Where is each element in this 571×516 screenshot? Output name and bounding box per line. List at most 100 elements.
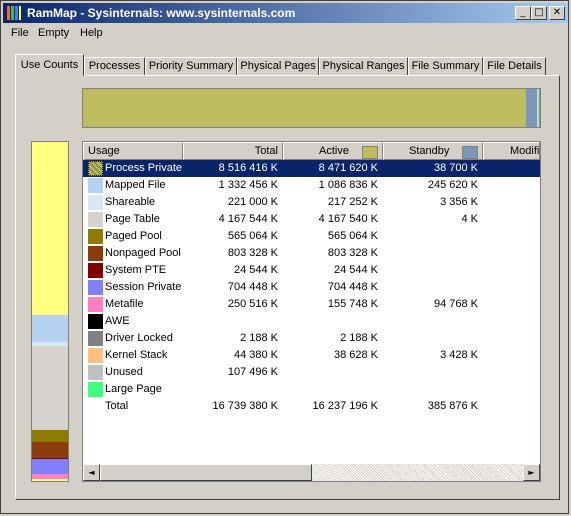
standby-color-swatch: [462, 146, 478, 159]
cell-active: 24 544 K: [333, 264, 378, 276]
vbar-segment: [32, 442, 68, 459]
column-header-active[interactable]: Active: [283, 142, 383, 160]
tab-file-summary[interactable]: File Summary: [408, 57, 483, 75]
table-row[interactable]: Metafile 250 516 K 155 748 K 94 768 K: [83, 296, 540, 313]
cell-usage: Unused: [105, 366, 143, 378]
table-row[interactable]: Paged Pool 565 064 K 565 064 K: [83, 228, 540, 245]
table-row[interactable]: Unused 107 496 K: [83, 364, 540, 381]
usage-color-swatch: [88, 212, 103, 227]
scroll-right-button[interactable]: ►: [523, 464, 540, 481]
vbar-segment: [32, 346, 68, 431]
table-row[interactable]: Kernel Stack 44 380 K 38 628 K 3 428 K: [83, 347, 540, 364]
cell-usage: Process Private: [105, 162, 183, 174]
column-header-standby[interactable]: Standby: [383, 142, 483, 160]
cell-total: 8 516 416 K: [218, 162, 278, 174]
scroll-track[interactable]: [312, 464, 523, 481]
usage-color-swatch: [88, 365, 103, 380]
table-row[interactable]: Large Page: [83, 381, 540, 398]
vbar-segment: [32, 478, 68, 481]
tab-file-details[interactable]: File Details: [483, 57, 546, 75]
cell-active: 38 628 K: [333, 349, 378, 361]
close-button[interactable]: ✕: [549, 6, 565, 20]
table-row[interactable]: Driver Locked 2 188 K 2 188 K: [83, 330, 540, 347]
minimize-button[interactable]: _: [515, 6, 531, 20]
cell-standby: 4 K: [461, 213, 478, 225]
table-row[interactable]: Session Private 704 448 K 704 448 K: [83, 279, 540, 296]
cell-active: 2 188 K: [340, 332, 378, 344]
usage-color-swatch: [88, 161, 103, 176]
table-row[interactable]: Shareable 221 000 K 217 252 K 3 356 K: [83, 194, 540, 211]
column-header-usage[interactable]: Usage: [83, 142, 183, 160]
tab-strip: Use Counts Processes Priority Summary Ph…: [15, 54, 560, 76]
menu-empty[interactable]: Empty: [38, 27, 69, 39]
cell-usage: Paged Pool: [105, 230, 162, 242]
tab-use-counts[interactable]: Use Counts: [15, 54, 84, 76]
column-header-total[interactable]: Total: [183, 142, 283, 160]
column-header-active-label: Active: [319, 145, 349, 157]
cell-standby: 3 428 K: [440, 349, 478, 361]
use-counts-list[interactable]: Usage Total Active Standby Modifie Proce…: [82, 141, 541, 482]
table-row[interactable]: System PTE 24 544 K 24 544 K: [83, 262, 540, 279]
cell-usage: Kernel Stack: [105, 349, 168, 361]
hbar-segment-other: [538, 89, 540, 127]
cell-usage: Page Table: [105, 213, 160, 225]
cell-total: 250 516 K: [227, 298, 278, 310]
cell-standby: 385 876 K: [427, 400, 478, 412]
cell-usage: Driver Locked: [105, 332, 173, 344]
cell-active: 565 064 K: [327, 230, 378, 242]
usage-color-swatch: [88, 263, 103, 278]
cell-total: 107 496 K: [227, 366, 278, 378]
usage-color-swatch: [88, 331, 103, 346]
table-row[interactable]: Total 16 739 380 K 16 237 196 K 385 876 K: [83, 398, 540, 415]
usage-color-swatch: [88, 229, 103, 244]
scroll-thumb[interactable]: [100, 464, 312, 481]
cell-usage: System PTE: [105, 264, 167, 276]
cell-total: 16 739 380 K: [212, 400, 278, 412]
usage-color-swatch: [88, 195, 103, 210]
tab-priority-summary[interactable]: Priority Summary: [145, 57, 237, 75]
tab-processes[interactable]: Processes: [84, 57, 145, 75]
table-row[interactable]: Mapped File 1 332 456 K 1 086 836 K 245 620…: [83, 177, 540, 194]
cell-usage: Metafile: [105, 298, 144, 310]
cell-total: 2 188 K: [240, 332, 278, 344]
list-header: Usage Total Active Standby Modifie: [83, 142, 540, 160]
cell-total: 24 544 K: [233, 264, 278, 276]
table-row[interactable]: AWE: [83, 313, 540, 330]
cell-active: 1 086 836 K: [318, 179, 378, 191]
cell-usage: Nonpaged Pool: [105, 247, 181, 259]
horizontal-scrollbar[interactable]: ◄ ►: [83, 464, 540, 481]
cell-active: 803 328 K: [327, 247, 378, 259]
cell-active: 4 167 540 K: [318, 213, 378, 225]
memory-vertical-bar: [31, 141, 69, 482]
cell-usage: Session Private: [105, 281, 182, 293]
table-row[interactable]: Nonpaged Pool 803 328 K 803 328 K: [83, 245, 540, 262]
usage-color-swatch: [88, 178, 103, 193]
cell-standby: 38 700 K: [433, 162, 478, 174]
cell-total: 1 332 456 K: [218, 179, 278, 191]
tab-physical-ranges[interactable]: Physical Ranges: [319, 57, 408, 75]
usage-color-swatch: [88, 348, 103, 363]
table-row[interactable]: Page Table 4 167 544 K 4 167 540 K 4 K: [83, 211, 540, 228]
window-title: RamMap - Sysinternals: www.sysinternals.…: [27, 6, 296, 20]
cell-total: 4 167 544 K: [218, 213, 278, 225]
column-header-modified[interactable]: Modifie: [483, 142, 540, 160]
cell-active: 8 471 620 K: [318, 162, 378, 174]
usage-color-swatch: [88, 246, 103, 261]
cell-total: 221 000 K: [227, 196, 278, 208]
menu-help[interactable]: Help: [80, 27, 103, 39]
cell-active: 704 448 K: [327, 281, 378, 293]
cell-active: 217 252 K: [327, 196, 378, 208]
cell-active: 16 237 196 K: [312, 400, 378, 412]
menu-file[interactable]: File: [11, 27, 29, 39]
app-window: RamMap - Sysinternals: www.sysinternals.…: [0, 0, 569, 514]
active-color-swatch: [362, 146, 378, 159]
tab-physical-pages[interactable]: Physical Pages: [237, 57, 319, 75]
scroll-left-button[interactable]: ◄: [83, 464, 100, 481]
maximize-button[interactable]: □: [531, 6, 547, 20]
column-header-standby-label: Standby: [409, 145, 450, 157]
usage-color-swatch: [88, 314, 103, 329]
title-bar[interactable]: RamMap - Sysinternals: www.sysinternals.…: [3, 3, 568, 23]
vbar-segment: [32, 314, 68, 342]
cell-total: 44 380 K: [233, 349, 278, 361]
table-row[interactable]: Process Private 8 516 416 K 8 471 620 K 38 …: [83, 160, 540, 177]
